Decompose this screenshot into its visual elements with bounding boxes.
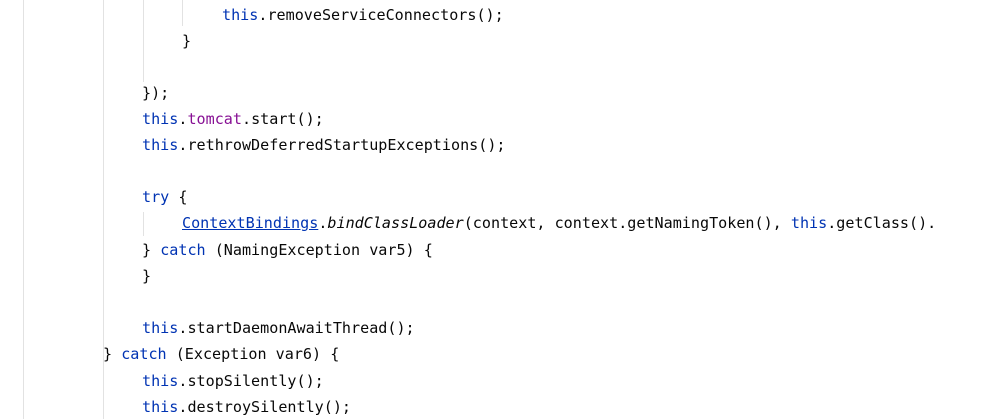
keyword-this: this (790, 214, 828, 232)
keyword-this: this (142, 136, 179, 154)
code-text: } (142, 241, 161, 259)
indent-guide (23, 0, 24, 419)
keyword-catch: catch (160, 241, 206, 259)
code-text: .stopSilently(); (178, 372, 324, 390)
closing-brace: } (142, 267, 152, 285)
code-text: } (103, 345, 122, 363)
code-text: .start(); (241, 110, 324, 128)
code-line[interactable]: try { (142, 184, 187, 210)
code-line[interactable]: this.tomcat.start(); (142, 106, 324, 132)
indent-guide (182, 0, 183, 26)
keyword-this: this (222, 6, 259, 24)
code-text: (Exception var6) { (166, 345, 340, 363)
keyword-catch: catch (121, 345, 167, 363)
closing-brace: } (182, 32, 192, 50)
code-line[interactable]: } catch (NamingException var5) { (142, 237, 433, 263)
code-line[interactable]: ContextBindings.bindClassLoader(context,… (182, 210, 936, 236)
code-editor[interactable]: this.removeServiceConnectors(); } }); th… (0, 0, 1006, 419)
code-text: { (169, 188, 188, 206)
code-line[interactable]: this.rethrowDeferredStartupExceptions(); (142, 132, 506, 158)
code-text: .getClass(). (827, 214, 937, 232)
code-text: .rethrowDeferredStartupExceptions(); (178, 136, 506, 154)
code-line[interactable]: }); (142, 80, 169, 106)
code-text: (context, context.getNamingToken(), (463, 214, 791, 232)
code-line[interactable]: } (142, 263, 151, 289)
code-line[interactable]: this.stopSilently(); (142, 368, 324, 394)
code-line[interactable]: this.startDaemonAwaitThread(); (142, 315, 415, 341)
keyword-this: this (142, 398, 179, 416)
code-line[interactable]: } catch (Exception var6) { (103, 341, 339, 367)
closing-block: }); (142, 84, 170, 102)
code-line[interactable]: this.removeServiceConnectors(); (222, 2, 504, 28)
static-method-call: bindClassLoader (327, 214, 464, 232)
code-line[interactable]: this.destroySilently(); (142, 394, 351, 419)
field-reference: tomcat (187, 110, 242, 128)
code-text: .removeServiceConnectors(); (258, 6, 504, 24)
keyword-this: this (142, 110, 179, 128)
indent-guide (143, 212, 144, 236)
keyword-try: try (142, 188, 170, 206)
keyword-this: this (142, 372, 179, 390)
code-text: (NamingException var5) { (205, 241, 433, 259)
indent-guide (143, 0, 144, 82)
indent-guide (103, 373, 104, 419)
class-link[interactable]: ContextBindings (182, 214, 318, 232)
code-text: .startDaemonAwaitThread(); (178, 319, 415, 337)
code-line[interactable]: } (182, 28, 191, 54)
code-text: .destroySilently(); (178, 398, 352, 416)
keyword-this: this (142, 319, 179, 337)
